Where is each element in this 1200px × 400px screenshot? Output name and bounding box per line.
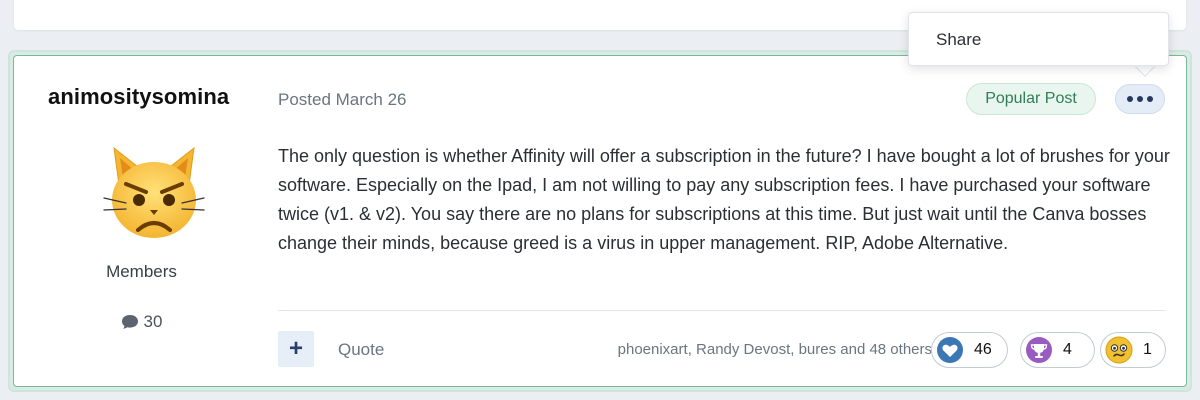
ellipsis-icon [1147, 96, 1153, 102]
post-options-menu: Share [908, 12, 1169, 66]
author-post-count[interactable]: 30 [14, 312, 269, 332]
menu-item-share[interactable]: Share [936, 30, 981, 50]
reaction-confused-count: 1 [1143, 341, 1152, 358]
author-panel: animositysomina Members 30 [14, 56, 269, 386]
post-body-container: animositysomina Members 30 Posted March … [13, 55, 1187, 387]
post-divider [278, 310, 1166, 311]
confused-face-icon [1105, 336, 1133, 364]
author-name[interactable]: animositysomina [48, 84, 229, 110]
more-options-button[interactable] [1115, 84, 1165, 114]
reaction-trophy[interactable]: 4 [1020, 332, 1095, 368]
multiquote-button[interactable]: + [278, 331, 314, 367]
reaction-confused[interactable]: 1 [1100, 332, 1166, 368]
like-heart-icon [937, 337, 963, 363]
trophy-icon [1026, 337, 1052, 363]
popular-post-badge: Popular Post [966, 83, 1096, 115]
reactions-summary[interactable]: phoenixart, Randy Devost, bures and 48 o… [618, 341, 932, 358]
post-count-value: 30 [143, 312, 163, 331]
comment-bubble-icon [121, 315, 138, 329]
posted-date[interactable]: Posted March 26 [278, 90, 407, 110]
quote-button[interactable]: Quote [338, 340, 384, 360]
post-content: The only question is whether Affinity wi… [278, 146, 1170, 253]
ellipsis-icon [1137, 96, 1143, 102]
reaction-like-count: 46 [974, 341, 992, 358]
reaction-like[interactable]: 46 [931, 332, 1008, 368]
reaction-trophy-count: 4 [1063, 341, 1072, 358]
ellipsis-icon [1127, 96, 1133, 102]
author-group: Members [106, 262, 177, 281]
forum-post: animositysomina Members 30 Posted March … [8, 50, 1192, 392]
pouting-cat-face-icon[interactable] [102, 140, 206, 244]
